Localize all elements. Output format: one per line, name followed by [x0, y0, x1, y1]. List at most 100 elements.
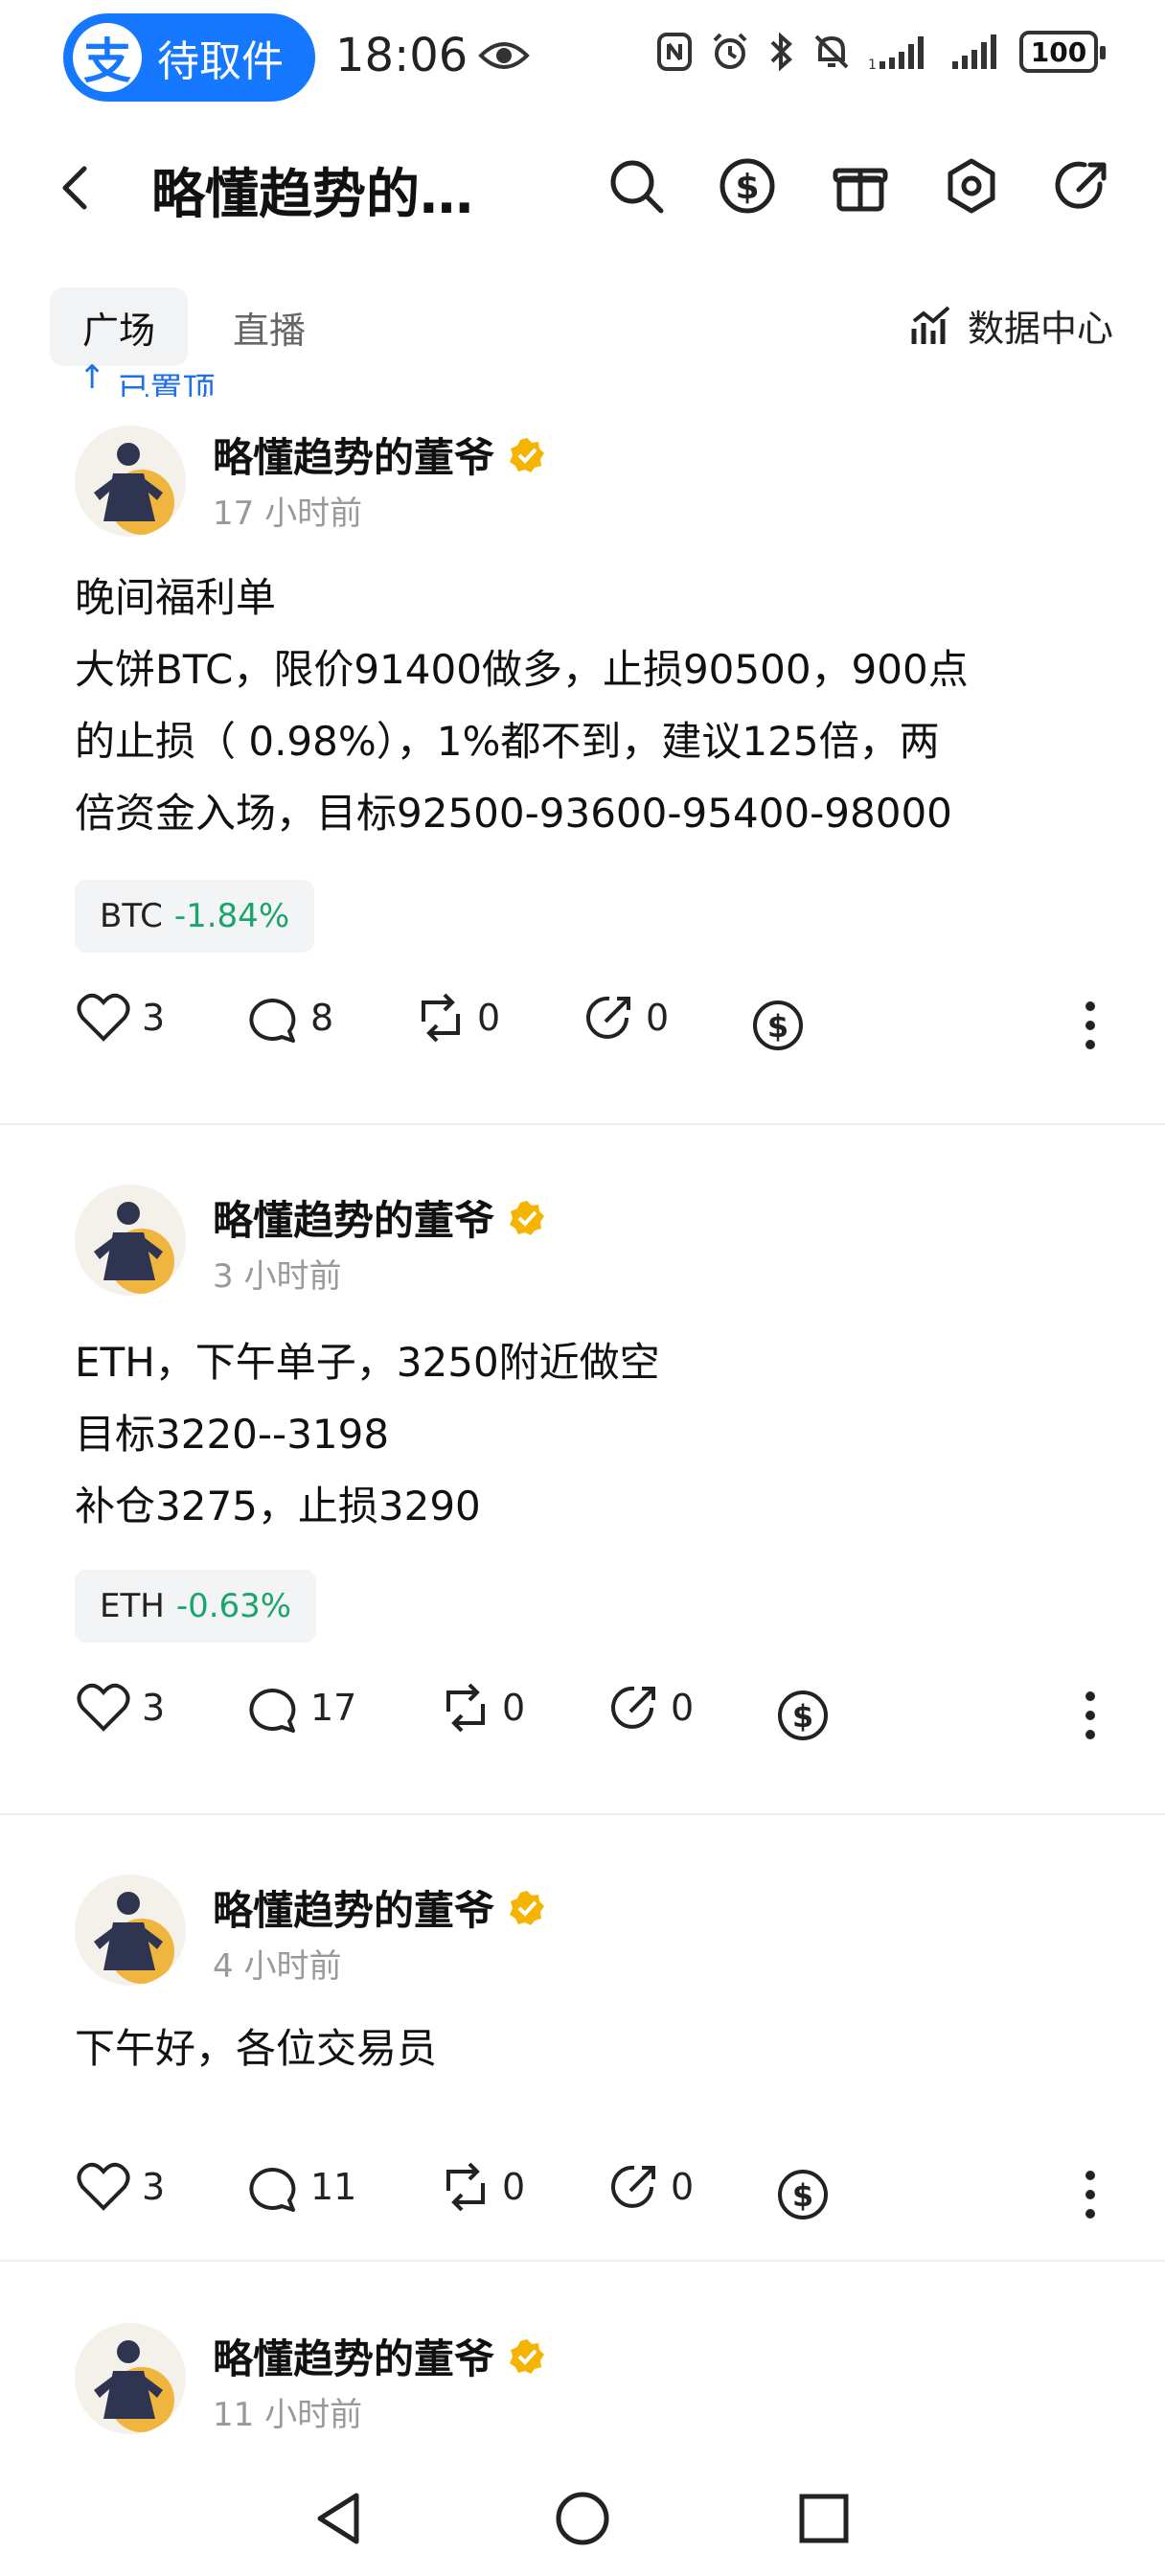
ticker-change: -1.84% — [173, 897, 290, 935]
author-name-text: 略懂趋势的董爷 — [213, 2335, 495, 2382]
post-body: ETH，下午单子，3250附近做空 目标3220--3198 补仓3275，止损… — [75, 1326, 1100, 1542]
more-options-icon[interactable] — [1083, 2168, 1098, 2221]
comment-button[interactable]: 11 — [245, 2162, 356, 2212]
post-line: 补仓3275，止损3290 — [75, 1483, 481, 1530]
pending-pickup-pill[interactable]: 支 待取件 — [63, 13, 315, 102]
tab-square[interactable]: 广场 — [50, 288, 188, 366]
more-options-icon[interactable] — [1083, 999, 1098, 1052]
battery-level: 100 — [1030, 35, 1087, 68]
tip-dollar-icon[interactable]: $ — [776, 1689, 830, 1742]
post-body: 下午好，各位交易员 — [75, 2012, 1100, 2084]
comment-icon — [249, 1689, 296, 1733]
post-line: 的止损（ 0.98%），1%都不到，建议125倍，两 — [75, 718, 940, 765]
data-center-link[interactable]: 数据中心 — [910, 299, 1113, 352]
share-arrow-icon — [611, 1686, 655, 1729]
avatar-figure-icon — [94, 1892, 174, 1984]
nav-home-icon[interactable] — [554, 2490, 611, 2547]
share-button[interactable]: 0 — [584, 993, 669, 1043]
pending-pickup-label: 待取件 — [157, 37, 284, 86]
tip-dollar-icon[interactable]: $ — [776, 2168, 830, 2221]
post-actions: 3 11 0 0 $ — [0, 2162, 1165, 2229]
like-count: 3 — [142, 997, 166, 1039]
share-button[interactable]: 0 — [609, 1683, 694, 1733]
post-line: ETH，下午单子，3250附近做空 — [75, 1339, 660, 1386]
search-icon[interactable] — [605, 155, 667, 217]
gift-icon[interactable] — [830, 155, 891, 217]
like-button[interactable]: 3 — [77, 1683, 165, 1733]
repost-count: 0 — [502, 1687, 526, 1729]
svg-text:1: 1 — [868, 58, 877, 71]
like-count: 3 — [142, 1687, 166, 1729]
share-icon[interactable] — [1052, 155, 1113, 217]
post-time: 3 小时前 — [213, 1257, 342, 1296]
clock: 18:06 — [335, 29, 468, 82]
post-line: 大饼BTC，限价91400做多，止损90500，900点 — [75, 646, 969, 693]
author-name-text: 略懂趋势的董爷 — [213, 1197, 495, 1244]
like-button[interactable]: 3 — [77, 2162, 165, 2212]
comment-button[interactable]: 17 — [245, 1683, 356, 1733]
repost-button[interactable]: 0 — [441, 1683, 525, 1733]
share-count: 0 — [671, 2166, 695, 2208]
settings-hexagon-icon[interactable] — [941, 155, 1002, 217]
mute-icon — [814, 34, 849, 69]
verified-badge-icon — [510, 2338, 545, 2374]
author-name-text: 略懂趋势的董爷 — [213, 1887, 495, 1934]
system-nav-bar — [0, 2463, 1165, 2576]
share-button[interactable]: 0 — [609, 2162, 694, 2212]
post-line: 下午好，各位交易员 — [75, 2025, 438, 2072]
nav-recents-icon[interactable] — [797, 2490, 851, 2547]
pinned-label: 已置顶 — [117, 371, 216, 397]
divider — [0, 1813, 1165, 1815]
author-name[interactable]: 略懂趋势的董爷 — [213, 2327, 546, 2385]
tip-dollar-icon[interactable]: $ — [751, 999, 805, 1052]
repost-button[interactable]: 0 — [441, 2162, 525, 2212]
more-options-icon[interactable] — [1083, 1689, 1098, 1742]
heart-icon — [77, 1683, 130, 1732]
tab-live[interactable]: 直播 — [213, 288, 326, 366]
repost-icon — [446, 1683, 485, 1733]
divider — [0, 1123, 1165, 1125]
repost-button[interactable]: 0 — [416, 993, 500, 1043]
repost-icon — [422, 993, 460, 1043]
post-time: 4 小时前 — [213, 1947, 342, 1986]
svg-text:$: $ — [792, 1698, 813, 1735]
ticker-tag[interactable]: ETH -0.63% — [75, 1570, 317, 1643]
repost-count: 0 — [477, 997, 501, 1039]
share-arrow-icon — [586, 996, 630, 1039]
ticker-symbol: BTC — [100, 897, 163, 935]
tip-dollar-icon[interactable]: $ — [717, 155, 778, 217]
avatar[interactable] — [75, 426, 186, 537]
like-button[interactable]: 3 — [77, 993, 165, 1043]
avatar-figure-icon — [94, 443, 174, 535]
author-name[interactable]: 略懂趋势的董爷 — [213, 1188, 546, 1247]
battery-indicator: 100 — [1019, 31, 1106, 73]
post-actions: 3 8 0 0 $ — [0, 993, 1165, 1060]
top-bar: 略懂趋势的… $ — [0, 134, 1165, 240]
like-count: 3 — [142, 2166, 166, 2208]
divider — [0, 2260, 1165, 2262]
ticker-symbol: ETH — [100, 1587, 165, 1625]
avatar[interactable] — [75, 2323, 186, 2434]
post-time: 17 小时前 — [213, 494, 363, 533]
heart-icon — [77, 993, 130, 1042]
post-body: 晚间福利单 大饼BTC，限价91400做多，止损90500，900点 的止损（ … — [75, 562, 1100, 849]
author-name-text: 略懂趋势的董爷 — [213, 434, 495, 481]
avatar[interactable] — [75, 1184, 186, 1296]
repost-icon — [446, 2162, 485, 2212]
author-name[interactable]: 略懂趋势的董爷 — [213, 1878, 546, 1937]
comment-count: 11 — [310, 2166, 357, 2208]
back-arrow-icon[interactable] — [56, 161, 94, 215]
verified-badge-icon — [510, 1890, 545, 1925]
comment-button[interactable]: 8 — [245, 993, 333, 1043]
bluetooth-icon — [770, 32, 792, 72]
share-count: 0 — [646, 997, 670, 1039]
author-name[interactable]: 略懂趋势的董爷 — [213, 426, 546, 484]
nav-back-icon[interactable] — [312, 2490, 366, 2547]
comment-icon — [249, 2168, 296, 2212]
avatar[interactable] — [75, 1874, 186, 1986]
alarm-icon — [713, 33, 747, 69]
nfc-icon — [657, 33, 692, 71]
post-actions: 3 17 0 0 $ — [0, 1683, 1165, 1750]
ticker-tag[interactable]: BTC -1.84% — [75, 880, 315, 953]
pinned-indicator: ↑ 已置顶 — [79, 358, 216, 397]
